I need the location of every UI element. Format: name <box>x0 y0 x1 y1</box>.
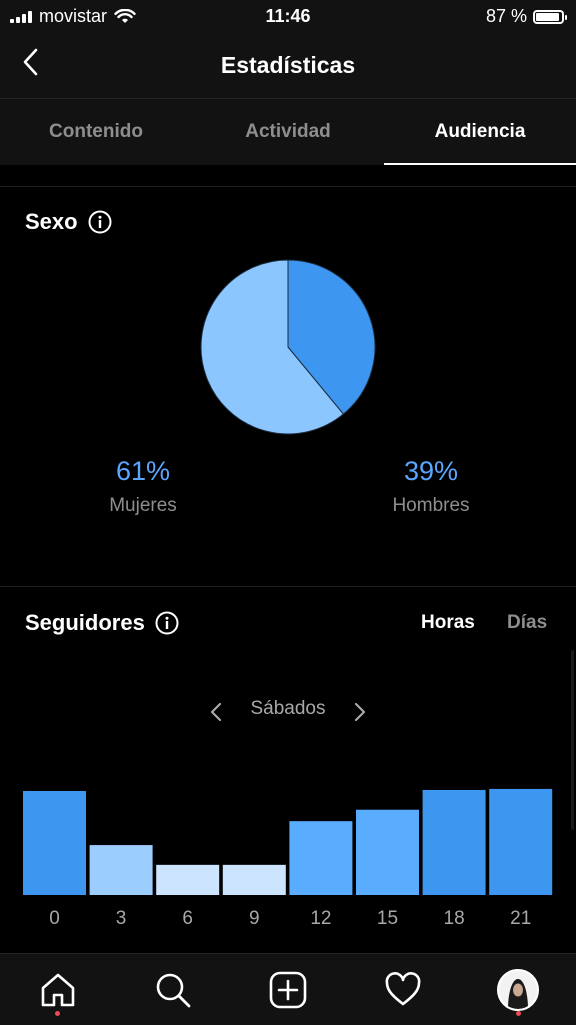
gender-pie-chart <box>200 259 376 435</box>
tab-contenido[interactable]: Contenido <box>0 99 192 165</box>
bar-15 <box>356 809 419 895</box>
bar-0 <box>23 791 86 895</box>
status-bar: movistar 11:46 87 % <box>0 0 576 32</box>
chevron-right-icon[interactable] <box>350 700 370 724</box>
day-label: Sábados <box>250 698 326 719</box>
gender-title: Sexo <box>25 209 78 234</box>
x-tick-label: 12 <box>310 908 331 929</box>
search-icon <box>156 973 191 1007</box>
gender-section-title: Sexo <box>25 209 112 235</box>
battery-percent: 87 % <box>485 6 527 26</box>
nav-add[interactable] <box>258 960 318 1020</box>
nav-header: Estadísticas <box>0 32 576 99</box>
toggle-hours[interactable]: Horas <box>421 612 475 634</box>
tab-actividad[interactable]: Actividad <box>192 99 384 165</box>
women-label: Mujeres <box>109 495 177 516</box>
x-tick-label: 3 <box>116 908 127 929</box>
info-icon[interactable] <box>155 611 179 635</box>
home-icon <box>41 973 74 1006</box>
bar-18 <box>422 789 486 895</box>
x-tick-label: 15 <box>377 908 398 929</box>
scrollbar <box>571 650 574 830</box>
heart-icon <box>385 971 421 1005</box>
x-tick-label: 21 <box>510 908 531 929</box>
bottom-nav <box>0 953 576 1025</box>
x-tick-label: 0 <box>49 908 60 929</box>
info-icon[interactable] <box>88 210 112 234</box>
x-tick-label: 6 <box>182 908 193 929</box>
add-icon <box>269 971 307 1008</box>
page-title: Estadísticas <box>220 52 356 78</box>
x-tick-label: 18 <box>444 908 465 929</box>
bar-21 <box>489 788 553 895</box>
bar-3 <box>89 845 153 895</box>
women-stat: 61% Mujeres <box>43 456 243 517</box>
battery-icon <box>533 9 567 24</box>
tab-bar: Contenido Actividad Audiencia <box>0 99 576 165</box>
men-label: Hombres <box>392 495 470 516</box>
section-divider <box>0 586 576 587</box>
profile-avatar <box>497 968 540 1011</box>
section-divider <box>0 186 576 187</box>
men-stat: 39% Hombres <box>331 456 531 517</box>
notification-dot <box>55 1010 61 1016</box>
followers-bar-chart: 0 3 6 9 12 15 18 21 <box>23 788 553 929</box>
men-percent: 39% <box>403 456 459 486</box>
bar-6 <box>156 864 220 895</box>
nav-profile[interactable] <box>488 960 548 1020</box>
x-tick-label: 9 <box>249 908 260 929</box>
women-percent: 61% <box>115 456 171 486</box>
notification-dot <box>515 1010 521 1016</box>
bar-12 <box>289 821 353 895</box>
tab-audiencia[interactable]: Audiencia <box>384 99 576 165</box>
nav-activity[interactable] <box>373 960 433 1020</box>
followers-section-title: Seguidores <box>25 610 179 636</box>
toggle-days[interactable]: Días <box>507 612 547 634</box>
nav-home[interactable] <box>28 960 88 1020</box>
bar-9 <box>222 864 286 895</box>
day-selector: Sábados <box>0 698 576 720</box>
nav-search[interactable] <box>143 960 203 1020</box>
followers-title: Seguidores <box>25 610 145 635</box>
